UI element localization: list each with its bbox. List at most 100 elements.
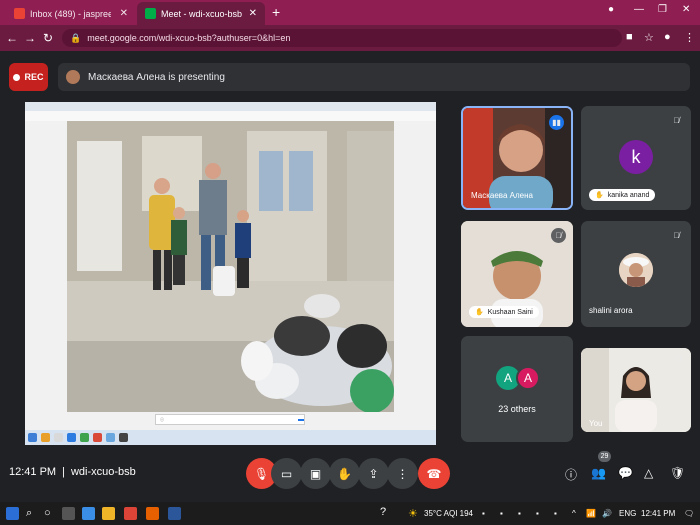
participant-tile-presenter[interactable]: ▮▮ Маскаева Алена [461,106,573,210]
presenting-text: Маскаева Алена is presenting [88,71,225,83]
tray-app-icon[interactable]: ▪ [518,509,521,518]
weather-text[interactable]: 35°C AQI 194 [424,509,473,518]
tray-app-icon[interactable]: ▪ [536,509,539,518]
photo-viewer-titlebar [25,102,436,111]
chrome-icon [93,433,102,442]
close-window-icon[interactable]: ✕ [682,4,690,15]
app-icon [67,433,76,442]
mic-off-icon: 🎙̸ [673,231,680,240]
bookmark-star-icon[interactable]: ☆ [644,31,654,44]
windows-start-icon[interactable] [6,507,19,520]
word-icon[interactable] [168,507,181,520]
others-count: 23 others [498,404,536,414]
app-icon [119,433,128,442]
chat-icon[interactable]: 💬 [618,466,633,480]
camera-toggle-button[interactable]: ▭ [271,458,302,489]
participant-tile-self[interactable]: 🎙̸ You [581,348,691,432]
app-icon [54,433,63,442]
family-photo-image [67,121,394,412]
new-tab-button[interactable]: + [272,4,280,20]
raise-hand-button[interactable]: ✋ [329,458,360,489]
participant-tile-kanika[interactable]: 🎙̸ k ✋ kanika anand [581,106,691,210]
url-field[interactable]: 🔒 meet.google.com/wdi-xcuo-bsb?authuser=… [62,29,622,47]
meet-icon [145,8,156,19]
tray-app-icon[interactable]: ▪ [482,509,485,518]
more-vert-icon: ⋮ [396,466,409,481]
menu-dots-icon[interactable]: ⋮ [684,31,695,44]
file-explorer-icon[interactable] [102,507,115,520]
maximize-icon[interactable]: ❐ [658,4,667,15]
speaking-indicator-icon: ▮▮ [549,115,564,130]
participant-name-pill: ✋ kanika anand [589,189,656,201]
reload-icon[interactable]: ↻ [39,31,57,45]
avatar: k [619,140,653,174]
people-icon[interactable]: 👥 [591,466,606,480]
task-view-icon[interactable] [62,507,75,520]
record-dot-icon [13,73,21,81]
mic-off-icon: 🎙̸ [673,116,680,125]
end-call-button[interactable]: ☎ [418,458,450,489]
app-icon [106,433,115,442]
activities-icon[interactable]: △ [644,466,653,480]
mic-off-icon: 🎙̸ [675,354,682,363]
hand-raised-icon: ✋ [475,309,484,316]
notifications-icon[interactable]: 🗨 [684,509,694,518]
tray-app-icon[interactable]: ▪ [554,509,557,518]
tray-overflow-icon[interactable]: ^ [572,509,576,518]
start-icon [28,433,37,442]
participant-name: kanika anand [607,191,650,199]
hand-raised-icon: ✋ [595,192,604,199]
firefox-icon[interactable] [146,507,159,520]
shared-taskbar [25,430,436,445]
people-count-badge: 29 [598,451,611,462]
mic-off-icon: 🎙̸ [551,228,566,243]
lock-icon: 🔒 [70,32,82,43]
presenter-avatar [66,70,80,84]
camera-icon: ▭ [280,466,293,481]
participant-tile-shalini[interactable]: 🎙̸ shalini arora [581,221,691,327]
edge-icon[interactable] [82,507,95,520]
captions-button[interactable]: ▣ [300,458,331,489]
tab-title: Meet - wdi-xcuo-bsb [161,8,243,19]
folder-icon [41,433,50,442]
volume-icon[interactable]: 🔊 [602,509,612,518]
gmail-icon [14,8,25,19]
shared-photo [67,121,394,412]
meeting-info: 12:41 PM | wdi-xcuo-bsb [9,466,136,478]
profile-avatar-icon[interactable]: ● [664,31,671,43]
cortana-icon[interactable]: ○ [44,507,51,519]
system-clock[interactable]: 12:41 PM [641,509,675,518]
camera-indicator-icon[interactable]: ■ [626,31,633,43]
minimize-icon[interactable]: — [634,4,644,15]
weather-icon: ☀ [408,508,418,520]
address-bar-row: ← → ↻ 🔒 meet.google.com/wdi-xcuo-bsb?aut… [0,25,700,51]
tab-title: Inbox (489) - jaspreet.k@theindi [30,8,111,19]
back-icon[interactable]: ← [3,31,21,45]
more-options-button[interactable]: ⋮ [387,458,418,489]
language-indicator[interactable]: ENG [619,509,636,518]
avatar: A [516,366,540,390]
close-icon[interactable]: ✕ [120,8,128,19]
share-notification: ⓘ [155,414,305,425]
notice-button[interactable] [298,418,304,421]
meeting-details-icon[interactable]: ⓘ [565,466,577,483]
shared-screen[interactable]: ⓘ [25,102,436,445]
close-icon[interactable]: ✕ [249,8,257,19]
host-controls-icon[interactable]: 🛡 [670,466,685,480]
shalini-photo [619,253,653,287]
profile-icon[interactable]: ● [608,4,614,15]
tab-inbox[interactable]: Inbox (489) - jaspreet.k@theindi ✕ [6,2,136,25]
search-icon[interactable]: ⌕ [26,507,32,520]
chrome-icon[interactable] [124,507,137,520]
help-icon[interactable]: ? [380,506,386,518]
present-button[interactable]: ⇪ [358,458,389,489]
separator: | [62,466,65,478]
tray-app-icon[interactable]: ▪ [500,509,503,518]
hand-icon: ✋ [337,466,352,481]
participant-tile-kushaan[interactable]: 🎙̸ ✋ Kushaan Saini [461,221,573,327]
forward-icon[interactable]: → [21,31,39,45]
tab-meet[interactable]: Meet - wdi-xcuo-bsb ✕ [137,2,265,25]
participant-tile-others[interactable]: A A 23 others [461,336,573,442]
network-icon[interactable]: 📶 [586,509,596,518]
recording-badge: REC [9,63,48,91]
